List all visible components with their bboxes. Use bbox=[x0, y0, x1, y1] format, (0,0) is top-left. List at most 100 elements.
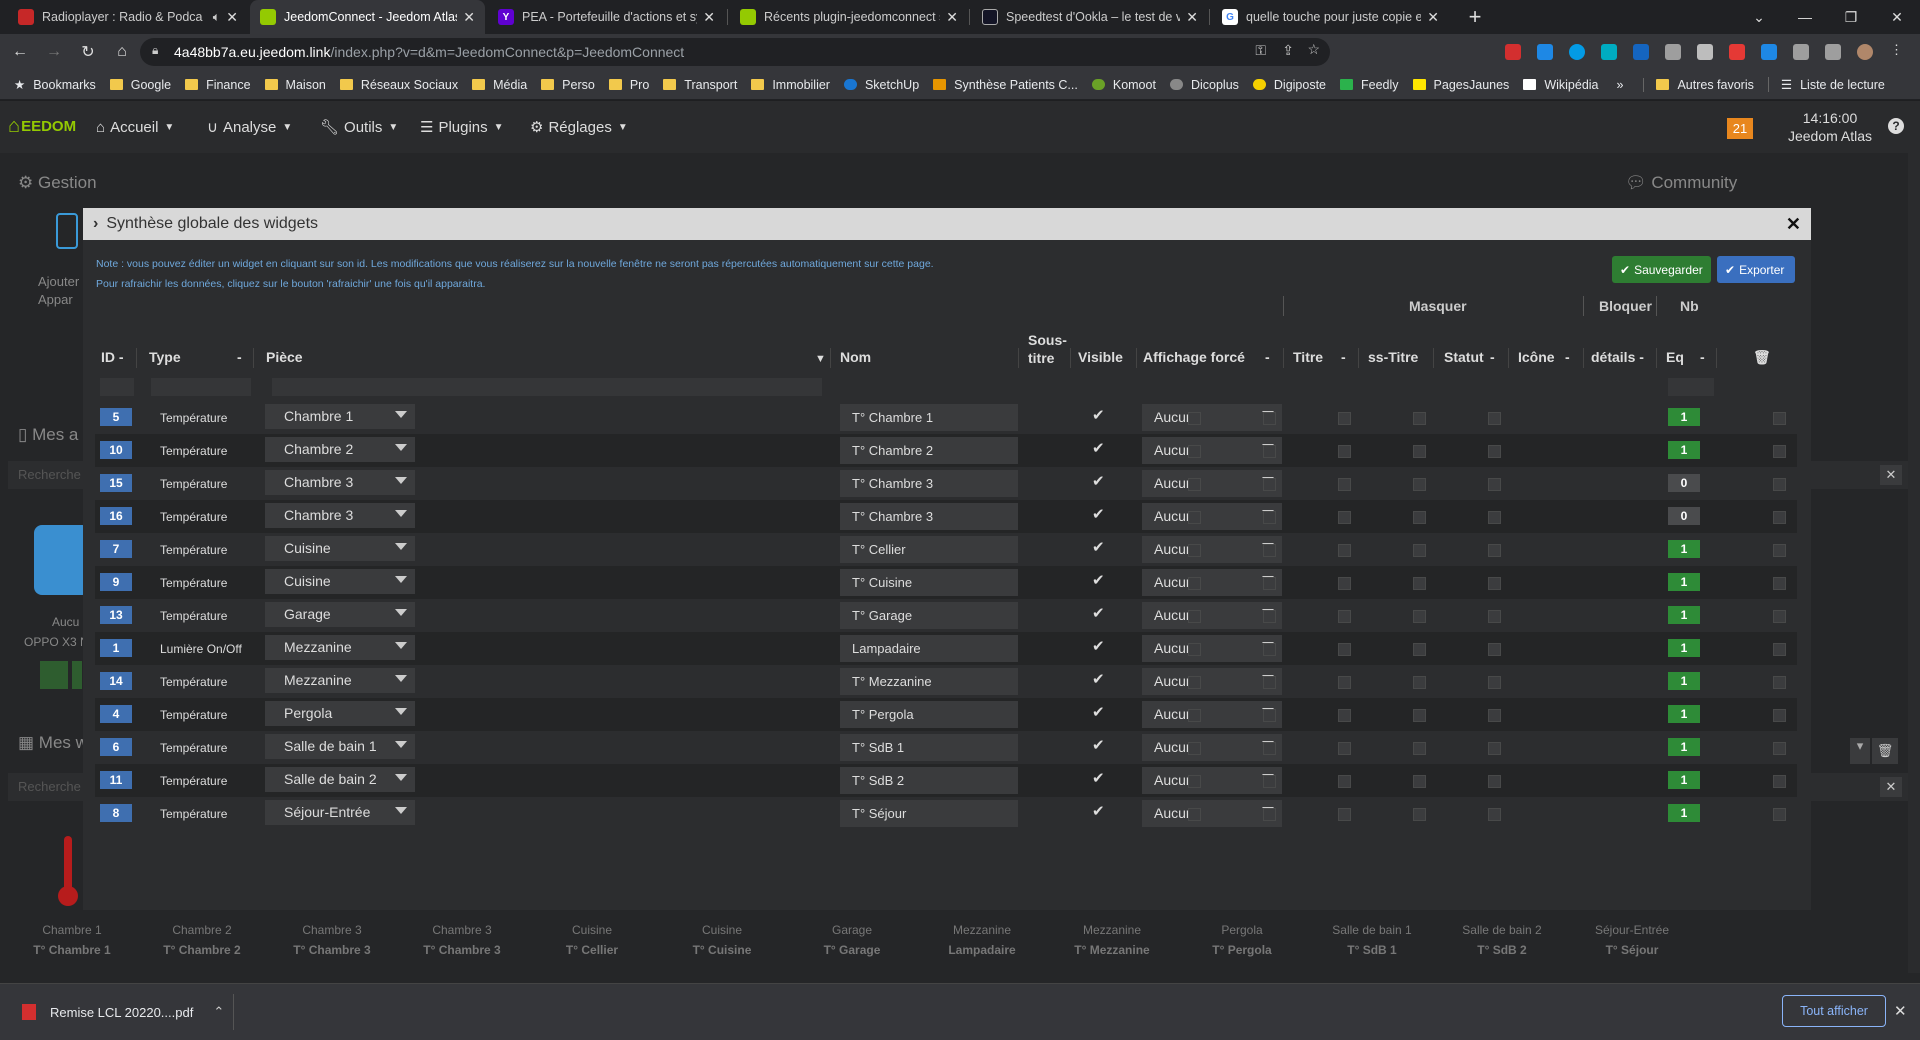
hide-sstitre-checkbox[interactable] bbox=[1263, 412, 1276, 425]
widget-tile[interactable]: Salle de bain 2 T° SdB 2 bbox=[1452, 920, 1552, 960]
puzzle-icon[interactable] bbox=[1793, 44, 1809, 60]
bookmark-dicoplus[interactable]: Dicoplus bbox=[1169, 78, 1239, 92]
bookmark-wikipedia[interactable]: Wikipédia bbox=[1523, 78, 1599, 92]
menu-accueil[interactable]: ⌂ Accueil ▼ bbox=[96, 101, 174, 153]
widget-id-link[interactable]: 5 bbox=[100, 408, 132, 426]
hide-statut-checkbox[interactable] bbox=[1338, 478, 1351, 491]
hide-titre-checkbox[interactable] bbox=[1188, 643, 1201, 656]
delete-checkbox[interactable] bbox=[1773, 610, 1786, 623]
visible-checkbox[interactable]: ✔ bbox=[1092, 573, 1106, 588]
header-type[interactable]: Type bbox=[149, 349, 181, 365]
hide-statut-checkbox[interactable] bbox=[1338, 808, 1351, 821]
caret-down-icon[interactable]: ▼ bbox=[815, 353, 826, 365]
extension-icon[interactable] bbox=[1569, 44, 1585, 60]
widget-id-link[interactable]: 11 bbox=[100, 771, 132, 789]
tab-search-icon[interactable]: ⌄ bbox=[1736, 0, 1782, 34]
save-button[interactable]: ✔ Sauvegarder bbox=[1612, 256, 1711, 283]
bookmark-google[interactable]: Google bbox=[109, 78, 171, 92]
nom-input[interactable]: T° Cuisine bbox=[840, 569, 1018, 596]
hide-titre-checkbox[interactable] bbox=[1188, 742, 1201, 755]
piece-select[interactable]: Mezzanine bbox=[265, 668, 415, 693]
piece-select[interactable]: Séjour-Entrée bbox=[265, 800, 415, 825]
jeedom-logo[interactable]: ⌂ EEDOM bbox=[8, 109, 78, 143]
header-eq-sort[interactable]: - bbox=[1700, 349, 1705, 365]
widget-tile[interactable]: Chambre 1 T° Chambre 1 bbox=[22, 920, 122, 960]
help-icon[interactable]: ? bbox=[1888, 118, 1904, 134]
hide-titre-checkbox[interactable] bbox=[1188, 577, 1201, 590]
bookmark-sketchup[interactable]: SketchUp bbox=[843, 78, 919, 92]
export-button[interactable]: ✔ Exporter bbox=[1717, 256, 1795, 283]
nom-input[interactable]: T° Pergola bbox=[840, 701, 1018, 728]
nom-input[interactable]: T° Mezzanine bbox=[840, 668, 1018, 695]
browser-tab-speedtest[interactable]: Speedtest d'Ookla – le test de vit ✕ bbox=[972, 0, 1208, 34]
menu-outils[interactable]: 🔧︎ Outils ▼ bbox=[320, 101, 398, 153]
close-icon[interactable]: ✕ bbox=[1786, 214, 1801, 235]
action-icon[interactable] bbox=[72, 661, 82, 689]
hide-statut-checkbox[interactable] bbox=[1338, 643, 1351, 656]
visible-checkbox[interactable]: ✔ bbox=[1092, 738, 1106, 753]
bookmark-maison[interactable]: Maison bbox=[264, 78, 326, 92]
bookmark-komoot[interactable]: Komoot bbox=[1091, 78, 1156, 92]
show-all-button[interactable]: Tout afficher bbox=[1782, 995, 1886, 1027]
affichage-select[interactable]: Aucun bbox=[1142, 404, 1282, 431]
block-details-checkbox[interactable] bbox=[1488, 478, 1501, 491]
star-icon[interactable]: ☆ bbox=[1307, 41, 1320, 58]
jeedom-connect-app-icon[interactable] bbox=[34, 525, 90, 595]
piece-select[interactable]: Mezzanine bbox=[265, 635, 415, 660]
affichage-select[interactable]: Aucun bbox=[1142, 800, 1282, 827]
header-statut[interactable]: Statut bbox=[1444, 349, 1484, 365]
hide-sstitre-checkbox[interactable] bbox=[1263, 676, 1276, 689]
hide-icone-checkbox[interactable] bbox=[1413, 742, 1426, 755]
scrollbar[interactable] bbox=[1908, 153, 1920, 973]
trash-icon[interactable]: 🗑︎ bbox=[1872, 738, 1898, 764]
bookmark-reseaux[interactable]: Réseaux Sociaux bbox=[339, 78, 458, 92]
widget-id-link[interactable]: 1 bbox=[100, 639, 132, 657]
nom-input[interactable]: T° SdB 1 bbox=[840, 734, 1018, 761]
hide-statut-checkbox[interactable] bbox=[1338, 412, 1351, 425]
hide-sstitre-checkbox[interactable] bbox=[1263, 742, 1276, 755]
bookmark-synthese[interactable]: Synthèse Patients C... bbox=[933, 78, 1078, 92]
block-details-checkbox[interactable] bbox=[1488, 709, 1501, 722]
widget-id-link[interactable]: 15 bbox=[100, 474, 132, 492]
hide-statut-checkbox[interactable] bbox=[1338, 775, 1351, 788]
close-icon[interactable]: ✕ bbox=[463, 9, 475, 26]
delete-checkbox[interactable] bbox=[1773, 478, 1786, 491]
header-sous-titre[interactable]: Sous-titre bbox=[1028, 331, 1067, 367]
hide-icone-checkbox[interactable] bbox=[1413, 709, 1426, 722]
widget-id-link[interactable]: 13 bbox=[100, 606, 132, 624]
visible-checkbox[interactable]: ✔ bbox=[1092, 639, 1106, 654]
bookmark-pagesjaunes[interactable]: PagesJaunes bbox=[1412, 78, 1509, 92]
extension-icon[interactable] bbox=[1729, 44, 1745, 60]
delete-checkbox[interactable] bbox=[1773, 775, 1786, 788]
affichage-select[interactable]: Aucun bbox=[1142, 569, 1282, 596]
hide-icone-checkbox[interactable] bbox=[1413, 676, 1426, 689]
bookmark-feedly[interactable]: Feedly bbox=[1340, 78, 1399, 92]
hide-sstitre-checkbox[interactable] bbox=[1263, 610, 1276, 623]
block-details-checkbox[interactable] bbox=[1488, 511, 1501, 524]
back-icon[interactable]: ← bbox=[6, 38, 34, 66]
piece-select[interactable]: Cuisine bbox=[265, 569, 415, 594]
widget-tile[interactable]: Chambre 2 T° Chambre 2 bbox=[152, 920, 252, 960]
hide-titre-checkbox[interactable] bbox=[1188, 544, 1201, 557]
hide-icone-checkbox[interactable] bbox=[1413, 577, 1426, 590]
nom-input[interactable]: T° Chambre 2 bbox=[840, 437, 1018, 464]
affichage-select[interactable]: Aucun bbox=[1142, 635, 1282, 662]
nom-input[interactable]: T° Garage bbox=[840, 602, 1018, 629]
hide-statut-checkbox[interactable] bbox=[1338, 544, 1351, 557]
widget-tile[interactable]: Mezzanine T° Mezzanine bbox=[1062, 920, 1162, 960]
header-piece[interactable]: Pièce bbox=[266, 349, 303, 365]
close-window-button[interactable]: ✕ bbox=[1874, 0, 1920, 34]
skype-icon[interactable] bbox=[1601, 44, 1617, 60]
bookmark-perso[interactable]: Perso bbox=[541, 78, 595, 92]
widget-id-link[interactable]: 16 bbox=[100, 507, 132, 525]
nom-input[interactable]: Lampadaire bbox=[840, 635, 1018, 662]
header-id[interactable]: ID - bbox=[101, 349, 124, 365]
clear-icon[interactable]: ✕ bbox=[1880, 777, 1902, 797]
hide-titre-checkbox[interactable] bbox=[1188, 676, 1201, 689]
block-details-checkbox[interactable] bbox=[1488, 412, 1501, 425]
piece-select[interactable]: Pergola bbox=[265, 701, 415, 726]
affichage-select[interactable]: Aucun bbox=[1142, 602, 1282, 629]
chevron-up-icon[interactable]: ⌃ bbox=[213, 1004, 224, 1020]
delete-checkbox[interactable] bbox=[1773, 511, 1786, 524]
browser-tab-jeedomconnect[interactable]: JeedomConnect - Jeedom Atlas ✕ bbox=[250, 0, 485, 34]
